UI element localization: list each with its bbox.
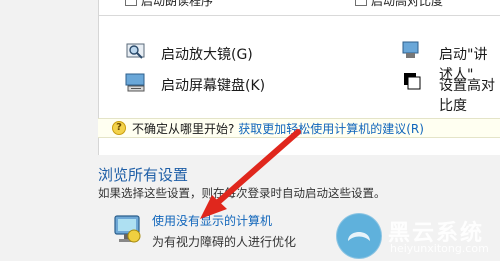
watermark: 黑云系统 heiyunxitong.com bbox=[336, 213, 496, 259]
watermark-url: heiyunxitong.com bbox=[390, 242, 489, 255]
watermark-logo-icon bbox=[336, 213, 382, 259]
